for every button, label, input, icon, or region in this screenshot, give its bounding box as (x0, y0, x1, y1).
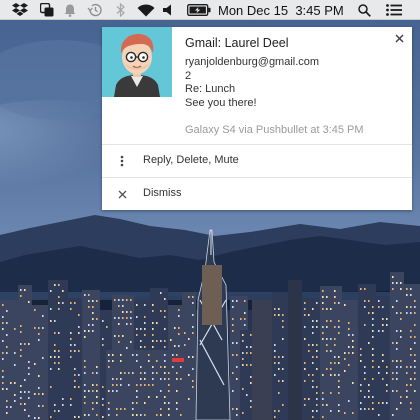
dismiss-button[interactable]: Dismiss (102, 178, 412, 210)
notification-subject: Re: Lunch (185, 83, 236, 95)
bluetooth-icon[interactable] (113, 0, 127, 20)
menu-bar: Mon Dec 15 3:45 PM (0, 0, 420, 20)
notification-title: Gmail: Laurel Deel (185, 36, 289, 50)
notification-count: 2 (185, 69, 192, 82)
clock-text: Mon Dec 15 3:45 PM (218, 2, 344, 18)
more-vertical-icon (116, 153, 128, 169)
notification-message: See you there! (185, 96, 257, 109)
notification-body: ryanjoldenburg@gmail.com 2 Re: Lunch See… (185, 56, 319, 110)
close-icon (116, 186, 128, 202)
avatar (102, 27, 172, 97)
close-icon (394, 33, 404, 43)
pushbullet-icon[interactable] (38, 0, 56, 20)
spotlight-search-icon[interactable] (356, 0, 372, 20)
dropbox-icon[interactable] (11, 0, 29, 20)
notification-sender-email: ryanjoldenburg@gmail.com (185, 56, 320, 68)
reply-delete-mute-button[interactable]: Reply, Delete, Mute (102, 145, 412, 177)
pushbullet-notification[interactable]: Gmail: Laurel Deel ryanjoldenburg@gmail.… (102, 27, 412, 210)
notification-bell-icon[interactable] (62, 0, 78, 20)
menubar-clock[interactable]: Mon Dec 15 3:45 PM (218, 0, 348, 20)
notification-center-icon[interactable] (384, 0, 404, 20)
volume-icon[interactable] (161, 0, 175, 20)
close-button[interactable] (391, 30, 407, 46)
reply-delete-mute-label: Reply, Delete, Mute (143, 154, 239, 166)
wifi-icon[interactable] (136, 0, 156, 20)
notification-source: Galaxy S4 via Pushbullet at 3:45 PM (185, 124, 364, 136)
dismiss-label: Dismiss (143, 187, 182, 199)
time-machine-icon[interactable] (85, 0, 103, 20)
battery-icon[interactable] (186, 0, 212, 20)
